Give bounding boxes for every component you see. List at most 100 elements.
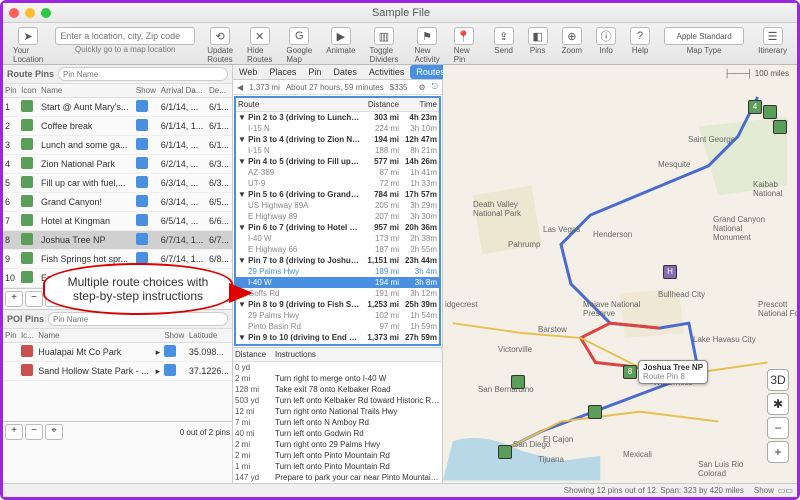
close-icon[interactable] bbox=[9, 8, 19, 18]
route-option[interactable]: US Highway 89A205 mi3h 29m bbox=[236, 200, 439, 211]
table-row[interactable]: 6Grand Canyon!6/3/14, ...6/5... bbox=[3, 193, 232, 212]
route-segment[interactable]: ▼ Pin 6 to 7 (driving to Hotel at Kingma… bbox=[236, 222, 439, 233]
route-option[interactable]: I-40 W194 mi3h 8m bbox=[236, 277, 439, 288]
instruction-row[interactable]: 147 ydPrepare to park your car near Pint… bbox=[233, 472, 442, 483]
route-option[interactable]: UT-972 mi1h 33m bbox=[236, 178, 439, 189]
route-segment[interactable]: ▼ Pin 9 to 10 (driving to End @ home)1,3… bbox=[236, 332, 439, 343]
table-row[interactable]: Hualapai Mt Co Park▸35.098... bbox=[3, 343, 232, 362]
add-poi-button[interactable]: + bbox=[5, 424, 23, 440]
map-pin-selected[interactable]: 8 bbox=[623, 365, 637, 379]
table-row[interactable]: 1Start @ Aunt Mary's...6/1/14, ...6/1... bbox=[3, 98, 232, 117]
help-button[interactable]: ?Help bbox=[624, 25, 656, 57]
table-row[interactable]: 2Coffee break6/1/14, 1...6/1... bbox=[3, 117, 232, 136]
instruction-row[interactable]: 2 miTurn right to merge onto I-40 W bbox=[233, 373, 442, 384]
table-row[interactable]: 4Zion National Park6/2/14, ...6/3... bbox=[3, 155, 232, 174]
animate-button[interactable]: ▶Animate bbox=[320, 25, 361, 57]
route-pins-filter[interactable] bbox=[58, 67, 228, 81]
instruction-row[interactable]: 2 miTurn right onto 29 Palms Hwy bbox=[233, 439, 442, 450]
instruction-row[interactable]: 128 miTake exit 78 onto Kelbaker Road bbox=[233, 384, 442, 395]
route-segment[interactable]: ▼ Pin 2 to 3 (driving to Lunch and some … bbox=[236, 112, 439, 123]
route-segment[interactable]: ▼ Pin 5 to 6 (driving to Grand Canyon!)7… bbox=[236, 189, 439, 200]
map-pin[interactable] bbox=[498, 445, 512, 459]
zoom-icon[interactable] bbox=[41, 8, 51, 18]
route-option[interactable]: 29 Palms Hwy102 mi1h 54m bbox=[236, 310, 439, 321]
map-pin[interactable]: 4 bbox=[748, 100, 762, 114]
route-segment[interactable]: ▼ Pin 4 to 5 (driving to Fill up car wit… bbox=[236, 156, 439, 167]
instruction-row[interactable]: 7 miTurn left onto N Amboy Rd bbox=[233, 417, 442, 428]
instruction-row[interactable]: 12 miTurn right onto National Trails Hwy bbox=[233, 406, 442, 417]
map-callout[interactable]: Joshua Tree NP Route Pin 8 bbox=[638, 360, 708, 384]
route-segment[interactable]: ▼ Pin 3 to 4 (driving to Zion National P… bbox=[236, 134, 439, 145]
route-option[interactable]: I-40 W173 mi2h 38m bbox=[236, 233, 439, 244]
add-pin-button[interactable]: + bbox=[5, 291, 23, 307]
route-option[interactable]: I-15 N224 mi3h 10m bbox=[236, 123, 439, 134]
hide-routes-button[interactable]: ✕Hide Routes bbox=[241, 25, 278, 66]
table-row[interactable]: 8Joshua Tree NP6/7/14, 1...6/7... bbox=[3, 231, 232, 250]
info-button[interactable]: ⓘInfo bbox=[590, 25, 622, 57]
zoom-button[interactable]: ⊕Zoom bbox=[556, 25, 588, 57]
map-pin[interactable] bbox=[773, 120, 787, 134]
table-row[interactable]: 5Fill up car with fuel,...6/3/14, ...6/3… bbox=[3, 174, 232, 193]
map-controls[interactable]: 3D ✱ − + bbox=[767, 369, 789, 463]
routes-list[interactable]: Route Distance Time ▼ Pin 2 to 3 (drivin… bbox=[234, 96, 441, 346]
route-option[interactable]: I-15 N188 mi8h 21m bbox=[236, 145, 439, 156]
minimize-icon[interactable] bbox=[25, 8, 35, 18]
toggle-dividers-button[interactable]: ▥Toggle Dividers bbox=[364, 25, 405, 66]
map-plus-button[interactable]: + bbox=[767, 441, 789, 463]
new-activity-button[interactable]: ⚑New Activity bbox=[408, 25, 445, 66]
tab-activities[interactable]: Activities bbox=[363, 65, 411, 79]
send-button[interactable]: ⇪Send bbox=[488, 25, 520, 57]
location-search[interactable]: Quickly go to a map location bbox=[55, 27, 195, 54]
route-option[interactable]: Goffs Rd191 mi3h 12m bbox=[236, 288, 439, 299]
map-type-select[interactable]: Apple StandardMap Type bbox=[658, 25, 750, 57]
map-pin[interactable] bbox=[763, 105, 777, 119]
instruction-row[interactable]: 1 miTurn left onto Pinto Mountain Rd bbox=[233, 461, 442, 472]
route-option[interactable]: AZ-38987 mi1h 41m bbox=[236, 167, 439, 178]
magnify-icon: ⊕ bbox=[562, 27, 582, 45]
map-pin[interactable] bbox=[588, 405, 602, 419]
route-option[interactable]: 29 Palms Hwy189 mi3h 4m bbox=[236, 266, 439, 277]
route-pins-table[interactable]: PinIcon NameShow Arrival Da...De... 1Sta… bbox=[3, 84, 232, 288]
update-routes-button[interactable]: ⟲Update Routes bbox=[201, 25, 239, 66]
map-pin[interactable] bbox=[511, 375, 525, 389]
instruction-row[interactable]: 40 miTurn left onto Godwin Rd bbox=[233, 428, 442, 439]
tabs[interactable]: WebPlacesPinDatesActivitiesRoutes bbox=[233, 65, 442, 80]
search-input[interactable] bbox=[55, 27, 195, 45]
route-segment[interactable]: ▼ Pin 8 to 9 (driving to Fish Springs ho… bbox=[236, 299, 439, 310]
instruction-row[interactable]: 0 yd bbox=[233, 362, 442, 373]
remove-poi-button[interactable]: − bbox=[25, 424, 43, 440]
google-map-button[interactable]: GGoogle Map bbox=[280, 25, 318, 66]
instruction-row[interactable]: 2 miTurn left onto Pinto Mountain Rd bbox=[233, 450, 442, 461]
pins-button[interactable]: ◧Pins bbox=[522, 25, 554, 57]
share-icon: ⇪ bbox=[494, 27, 514, 45]
poi-table[interactable]: PinIc... NameShow Latitude Hualapai Mt C… bbox=[3, 329, 232, 381]
show-toggle[interactable]: Show bbox=[754, 486, 774, 495]
table-row[interactable]: 7Hotel at Kingman6/5/14, ...6/6... bbox=[3, 212, 232, 231]
route-segment[interactable]: ▼ Pin 7 to 8 (driving to Joshua Tree NP)… bbox=[236, 255, 439, 266]
map-compass-button[interactable]: ✱ bbox=[767, 393, 789, 415]
poi-compass-icon[interactable]: ⌖ bbox=[45, 424, 63, 440]
tab-dates[interactable]: Dates bbox=[327, 65, 363, 79]
new-pin-button[interactable]: 📍New Pin bbox=[448, 25, 480, 66]
instructions-header: Distance Instructions bbox=[233, 347, 442, 362]
your-location-button[interactable]: ➤Your Location bbox=[7, 25, 49, 66]
tab-web[interactable]: Web bbox=[233, 65, 263, 79]
table-row[interactable]: 3Lunch and some ga...6/1/14, ...6/1... bbox=[3, 136, 232, 155]
itinerary-button[interactable]: ☰Itinerary bbox=[752, 25, 793, 57]
route-option[interactable]: Borrego Salton Sea Way120 mi2h 20m bbox=[236, 343, 439, 346]
route-option[interactable]: Pinto Basin Rd97 mi1h 59m bbox=[236, 321, 439, 332]
map-minus-button[interactable]: − bbox=[767, 417, 789, 439]
tab-pin[interactable]: Pin bbox=[302, 65, 327, 79]
route-option[interactable]: E Highway 89207 mi3h 30m bbox=[236, 211, 439, 222]
tab-places[interactable]: Places bbox=[263, 65, 302, 79]
instruction-row[interactable]: 503 ydTurn left onto Kelbaker Rd toward … bbox=[233, 395, 442, 406]
map-pin-hotel[interactable]: H bbox=[663, 265, 677, 279]
instructions-list[interactable]: 0 yd2 miTurn right to merge onto I-40 W1… bbox=[233, 362, 442, 483]
table-row[interactable]: Sand Hollow State Park - ...▸37.1226... bbox=[3, 362, 232, 381]
map-3d-button[interactable]: 3D bbox=[767, 369, 789, 391]
window-controls[interactable] bbox=[9, 8, 51, 18]
remove-pin-button[interactable]: − bbox=[25, 291, 43, 307]
map-label: Prescott National Forest bbox=[758, 300, 797, 318]
map-view[interactable]: ├───┤ 100 miles Las Vegas Henderson Sain… bbox=[443, 65, 797, 483]
route-option[interactable]: E Highway 66187 mi2h 55m bbox=[236, 244, 439, 255]
